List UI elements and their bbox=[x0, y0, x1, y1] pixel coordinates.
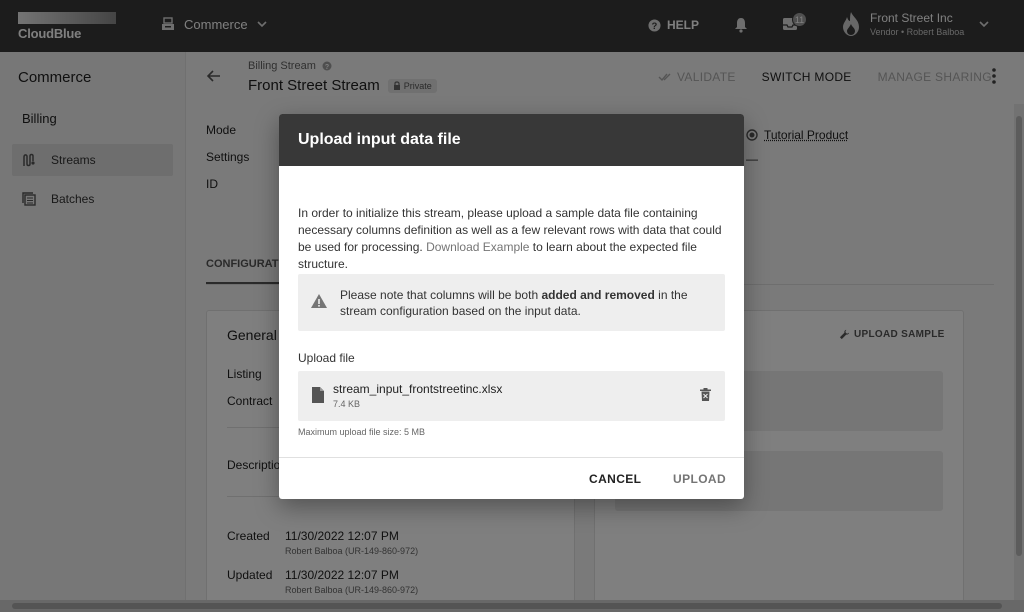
dialog-title: Upload input data file bbox=[279, 114, 744, 166]
warning-text-start: Please note that columns will be both bbox=[340, 288, 542, 302]
uploaded-file-item: stream_input_frontstreetinc.xlsx 7.4 KB bbox=[298, 371, 725, 421]
upload-button[interactable]: UPLOAD bbox=[673, 472, 726, 486]
dialog-description: In order to initialize this stream, plea… bbox=[298, 205, 726, 273]
warning-text-bold: added and removed bbox=[541, 288, 655, 302]
file-icon bbox=[312, 387, 324, 403]
warning-text: Please note that columns will be both ad… bbox=[340, 287, 710, 319]
delete-icon[interactable] bbox=[700, 388, 711, 401]
download-example-link[interactable]: Download Example bbox=[426, 240, 529, 254]
warning-icon bbox=[311, 294, 327, 308]
cancel-button[interactable]: CANCEL bbox=[589, 472, 641, 486]
warning-notice: Please note that columns will be both ad… bbox=[298, 274, 725, 331]
file-size: 7.4 KB bbox=[333, 399, 361, 409]
file-name: stream_input_frontstreetinc.xlsx bbox=[333, 382, 503, 396]
upload-dialog: Upload input data file In order to initi… bbox=[279, 114, 744, 499]
dialog-footer-divider bbox=[279, 457, 744, 458]
max-size-hint: Maximum upload file size: 5 MB bbox=[298, 427, 426, 437]
upload-file-label: Upload file bbox=[298, 351, 355, 365]
